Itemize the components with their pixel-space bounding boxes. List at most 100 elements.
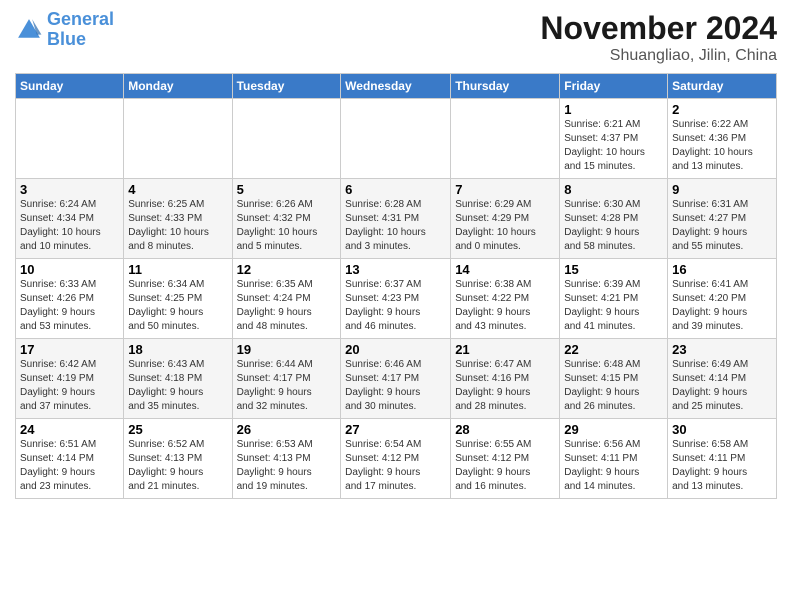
day-info: Sunrise: 6:38 AM Sunset: 4:22 PM Dayligh… xyxy=(455,278,555,334)
calendar-cell: 9Sunrise: 6:31 AM Sunset: 4:27 PM Daylig… xyxy=(668,179,777,259)
month-title: November 2024 xyxy=(540,10,777,47)
day-info: Sunrise: 6:48 AM Sunset: 4:15 PM Dayligh… xyxy=(564,358,663,414)
day-info: Sunrise: 6:22 AM Sunset: 4:36 PM Dayligh… xyxy=(672,118,772,174)
day-number: 19 xyxy=(237,342,337,357)
day-info: Sunrise: 6:47 AM Sunset: 4:16 PM Dayligh… xyxy=(455,358,555,414)
calendar-week-3: 10Sunrise: 6:33 AM Sunset: 4:26 PM Dayli… xyxy=(16,259,777,339)
day-number: 17 xyxy=(20,342,119,357)
calendar-cell: 19Sunrise: 6:44 AM Sunset: 4:17 PM Dayli… xyxy=(232,339,341,419)
calendar-cell: 22Sunrise: 6:48 AM Sunset: 4:15 PM Dayli… xyxy=(560,339,668,419)
day-info: Sunrise: 6:52 AM Sunset: 4:13 PM Dayligh… xyxy=(128,438,227,494)
day-number: 10 xyxy=(20,262,119,277)
page: General Blue November 2024 Shuangliao, J… xyxy=(0,0,792,612)
calendar-cell: 5Sunrise: 6:26 AM Sunset: 4:32 PM Daylig… xyxy=(232,179,341,259)
day-number: 14 xyxy=(455,262,555,277)
day-info: Sunrise: 6:55 AM Sunset: 4:12 PM Dayligh… xyxy=(455,438,555,494)
day-info: Sunrise: 6:37 AM Sunset: 4:23 PM Dayligh… xyxy=(345,278,446,334)
day-info: Sunrise: 6:58 AM Sunset: 4:11 PM Dayligh… xyxy=(672,438,772,494)
title-block: November 2024 Shuangliao, Jilin, China xyxy=(540,10,777,65)
day-number: 3 xyxy=(20,182,119,197)
day-info: Sunrise: 6:54 AM Sunset: 4:12 PM Dayligh… xyxy=(345,438,446,494)
day-info: Sunrise: 6:31 AM Sunset: 4:27 PM Dayligh… xyxy=(672,198,772,254)
day-number: 2 xyxy=(672,102,772,117)
col-sun: Sunday xyxy=(16,74,124,99)
calendar-cell: 1Sunrise: 6:21 AM Sunset: 4:37 PM Daylig… xyxy=(560,99,668,179)
col-sat: Saturday xyxy=(668,74,777,99)
day-number: 7 xyxy=(455,182,555,197)
day-info: Sunrise: 6:33 AM Sunset: 4:26 PM Dayligh… xyxy=(20,278,119,334)
calendar-cell: 3Sunrise: 6:24 AM Sunset: 4:34 PM Daylig… xyxy=(16,179,124,259)
calendar-week-4: 17Sunrise: 6:42 AM Sunset: 4:19 PM Dayli… xyxy=(16,339,777,419)
calendar-week-2: 3Sunrise: 6:24 AM Sunset: 4:34 PM Daylig… xyxy=(16,179,777,259)
day-info: Sunrise: 6:49 AM Sunset: 4:14 PM Dayligh… xyxy=(672,358,772,414)
header: General Blue November 2024 Shuangliao, J… xyxy=(15,10,777,65)
location: Shuangliao, Jilin, China xyxy=(540,47,777,65)
calendar-cell xyxy=(16,99,124,179)
day-info: Sunrise: 6:53 AM Sunset: 4:13 PM Dayligh… xyxy=(237,438,337,494)
calendar-cell: 8Sunrise: 6:30 AM Sunset: 4:28 PM Daylig… xyxy=(560,179,668,259)
day-info: Sunrise: 6:42 AM Sunset: 4:19 PM Dayligh… xyxy=(20,358,119,414)
logo: General Blue xyxy=(15,10,114,50)
day-number: 23 xyxy=(672,342,772,357)
calendar-cell xyxy=(124,99,232,179)
day-info: Sunrise: 6:25 AM Sunset: 4:33 PM Dayligh… xyxy=(128,198,227,254)
day-info: Sunrise: 6:28 AM Sunset: 4:31 PM Dayligh… xyxy=(345,198,446,254)
calendar-cell: 14Sunrise: 6:38 AM Sunset: 4:22 PM Dayli… xyxy=(451,259,560,339)
day-number: 18 xyxy=(128,342,227,357)
col-fri: Friday xyxy=(560,74,668,99)
calendar-table: Sunday Monday Tuesday Wednesday Thursday… xyxy=(15,73,777,499)
day-number: 8 xyxy=(564,182,663,197)
day-number: 24 xyxy=(20,422,119,437)
day-info: Sunrise: 6:35 AM Sunset: 4:24 PM Dayligh… xyxy=(237,278,337,334)
calendar-week-1: 1Sunrise: 6:21 AM Sunset: 4:37 PM Daylig… xyxy=(16,99,777,179)
day-info: Sunrise: 6:30 AM Sunset: 4:28 PM Dayligh… xyxy=(564,198,663,254)
logo-blue: Blue xyxy=(47,30,114,50)
calendar-cell: 25Sunrise: 6:52 AM Sunset: 4:13 PM Dayli… xyxy=(124,419,232,499)
calendar-cell: 4Sunrise: 6:25 AM Sunset: 4:33 PM Daylig… xyxy=(124,179,232,259)
calendar-cell: 13Sunrise: 6:37 AM Sunset: 4:23 PM Dayli… xyxy=(341,259,451,339)
day-number: 27 xyxy=(345,422,446,437)
calendar-week-5: 24Sunrise: 6:51 AM Sunset: 4:14 PM Dayli… xyxy=(16,419,777,499)
day-number: 5 xyxy=(237,182,337,197)
day-info: Sunrise: 6:51 AM Sunset: 4:14 PM Dayligh… xyxy=(20,438,119,494)
day-info: Sunrise: 6:29 AM Sunset: 4:29 PM Dayligh… xyxy=(455,198,555,254)
calendar-cell: 24Sunrise: 6:51 AM Sunset: 4:14 PM Dayli… xyxy=(16,419,124,499)
day-info: Sunrise: 6:21 AM Sunset: 4:37 PM Dayligh… xyxy=(564,118,663,174)
calendar-body: 1Sunrise: 6:21 AM Sunset: 4:37 PM Daylig… xyxy=(16,99,777,499)
day-number: 13 xyxy=(345,262,446,277)
calendar-cell: 12Sunrise: 6:35 AM Sunset: 4:24 PM Dayli… xyxy=(232,259,341,339)
day-info: Sunrise: 6:44 AM Sunset: 4:17 PM Dayligh… xyxy=(237,358,337,414)
day-number: 28 xyxy=(455,422,555,437)
col-thu: Thursday xyxy=(451,74,560,99)
day-number: 9 xyxy=(672,182,772,197)
calendar-cell: 28Sunrise: 6:55 AM Sunset: 4:12 PM Dayli… xyxy=(451,419,560,499)
calendar-cell: 20Sunrise: 6:46 AM Sunset: 4:17 PM Dayli… xyxy=(341,339,451,419)
day-number: 16 xyxy=(672,262,772,277)
calendar-cell: 16Sunrise: 6:41 AM Sunset: 4:20 PM Dayli… xyxy=(668,259,777,339)
calendar-header: Sunday Monday Tuesday Wednesday Thursday… xyxy=(16,74,777,99)
day-number: 25 xyxy=(128,422,227,437)
logo-general: General xyxy=(47,9,114,29)
calendar-cell: 27Sunrise: 6:54 AM Sunset: 4:12 PM Dayli… xyxy=(341,419,451,499)
calendar-cell: 29Sunrise: 6:56 AM Sunset: 4:11 PM Dayli… xyxy=(560,419,668,499)
day-info: Sunrise: 6:46 AM Sunset: 4:17 PM Dayligh… xyxy=(345,358,446,414)
day-info: Sunrise: 6:26 AM Sunset: 4:32 PM Dayligh… xyxy=(237,198,337,254)
day-number: 30 xyxy=(672,422,772,437)
calendar-cell xyxy=(451,99,560,179)
day-number: 20 xyxy=(345,342,446,357)
day-number: 29 xyxy=(564,422,663,437)
col-mon: Monday xyxy=(124,74,232,99)
day-info: Sunrise: 6:24 AM Sunset: 4:34 PM Dayligh… xyxy=(20,198,119,254)
calendar-cell: 18Sunrise: 6:43 AM Sunset: 4:18 PM Dayli… xyxy=(124,339,232,419)
day-info: Sunrise: 6:41 AM Sunset: 4:20 PM Dayligh… xyxy=(672,278,772,334)
day-number: 12 xyxy=(237,262,337,277)
calendar-cell xyxy=(341,99,451,179)
day-number: 15 xyxy=(564,262,663,277)
day-number: 1 xyxy=(564,102,663,117)
day-info: Sunrise: 6:39 AM Sunset: 4:21 PM Dayligh… xyxy=(564,278,663,334)
day-number: 6 xyxy=(345,182,446,197)
calendar-cell: 6Sunrise: 6:28 AM Sunset: 4:31 PM Daylig… xyxy=(341,179,451,259)
col-wed: Wednesday xyxy=(341,74,451,99)
day-number: 11 xyxy=(128,262,227,277)
calendar-cell: 17Sunrise: 6:42 AM Sunset: 4:19 PM Dayli… xyxy=(16,339,124,419)
